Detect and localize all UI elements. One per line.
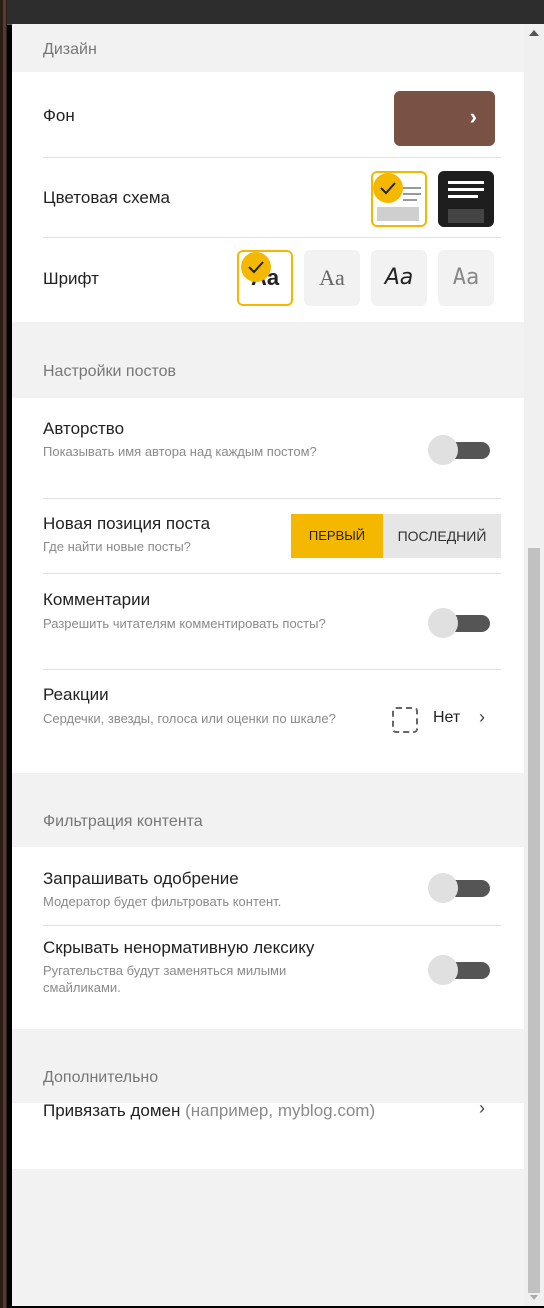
scroll-up-icon[interactable] <box>529 30 539 36</box>
divider <box>43 573 501 574</box>
domain-hint: (например, myblog.com) <box>185 1101 376 1120</box>
profanity-toggle[interactable] <box>428 955 490 985</box>
divider <box>43 498 501 499</box>
section-header-posts: Настройки постов <box>12 322 524 398</box>
comments-description: Разрешить читателям комментировать посты… <box>43 616 326 631</box>
reactions-label: Реакции <box>43 685 109 704</box>
chevron-right-icon[interactable]: › <box>479 707 485 728</box>
section-title: Дополнительно <box>43 1069 159 1086</box>
scrollbar[interactable] <box>524 24 544 1306</box>
domain-label-text: Привязать домен <box>43 1101 181 1120</box>
approval-label: Запрашивать одобрение <box>43 869 239 888</box>
reactions-description: Сердечки, звезды, голоса или оценки по ш… <box>43 711 336 726</box>
image-placeholder-icon <box>377 207 419 221</box>
window-frame-top <box>7 0 544 25</box>
approval-description: Модератор будет фильтровать контент. <box>43 894 282 909</box>
font-option-mono[interactable]: Aa <box>438 250 494 306</box>
window-frame-left <box>0 0 7 1308</box>
section-header-filtering: Фильтрация контента <box>12 773 524 847</box>
check-icon <box>373 173 403 203</box>
divider <box>43 925 501 926</box>
comments-label: Комментарии <box>43 590 151 609</box>
settings-panel: Дизайн Фон › Цветовая схема Шрифт Aa Aa … <box>12 24 524 1306</box>
font-label: Шрифт <box>43 269 99 288</box>
color-scheme-label: Цветовая схема <box>43 188 170 207</box>
color-scheme-dark-option[interactable] <box>438 171 494 227</box>
position-first-button[interactable]: ПЕРВЫЙ <box>291 514 383 558</box>
section-header-design: Дизайн <box>12 24 524 72</box>
section-title: Фильтрация контента <box>43 813 203 830</box>
divider <box>43 157 501 158</box>
divider <box>43 237 501 238</box>
new-position-label: Новая позиция поста <box>43 514 211 533</box>
authorship-toggle[interactable] <box>428 435 490 465</box>
new-position-segmented-control: ПЕРВЫЙ ПОСЛЕДНИЙ <box>291 514 501 558</box>
profanity-description: Ругательства будут заменяться милыми сма… <box>43 963 287 995</box>
background-button[interactable]: › <box>394 91 495 146</box>
scroll-down-icon[interactable] <box>530 1295 538 1300</box>
profanity-label: Скрывать ненормативную лексику <box>43 938 315 957</box>
section-title: Дизайн <box>43 41 97 58</box>
domain-label: Привязать домен (например, myblog.com) <box>43 1101 375 1121</box>
authorship-description: Показывать имя автора над каждым постом? <box>43 444 317 459</box>
authorship-label: Авторство <box>43 419 125 438</box>
approval-toggle[interactable] <box>428 873 490 903</box>
position-last-button[interactable]: ПОСЛЕДНИЙ <box>383 514 501 558</box>
section-title: Настройки постов <box>43 363 177 380</box>
reaction-placeholder-icon <box>392 707 418 733</box>
background-label: Фон <box>43 106 75 125</box>
image-placeholder-icon <box>448 209 484 223</box>
chevron-right-icon: › <box>469 104 477 129</box>
font-option-serif[interactable]: Aa <box>304 250 360 306</box>
scroll-thumb[interactable] <box>528 548 540 1293</box>
divider <box>43 669 501 670</box>
font-option-italic[interactable]: Aa <box>371 250 427 306</box>
reactions-value[interactable]: Нет <box>433 709 460 727</box>
comments-toggle[interactable] <box>428 608 490 638</box>
section-header-extra: Дополнительно <box>12 1029 524 1103</box>
check-icon <box>241 252 271 282</box>
chevron-right-icon[interactable]: › <box>479 1098 485 1119</box>
